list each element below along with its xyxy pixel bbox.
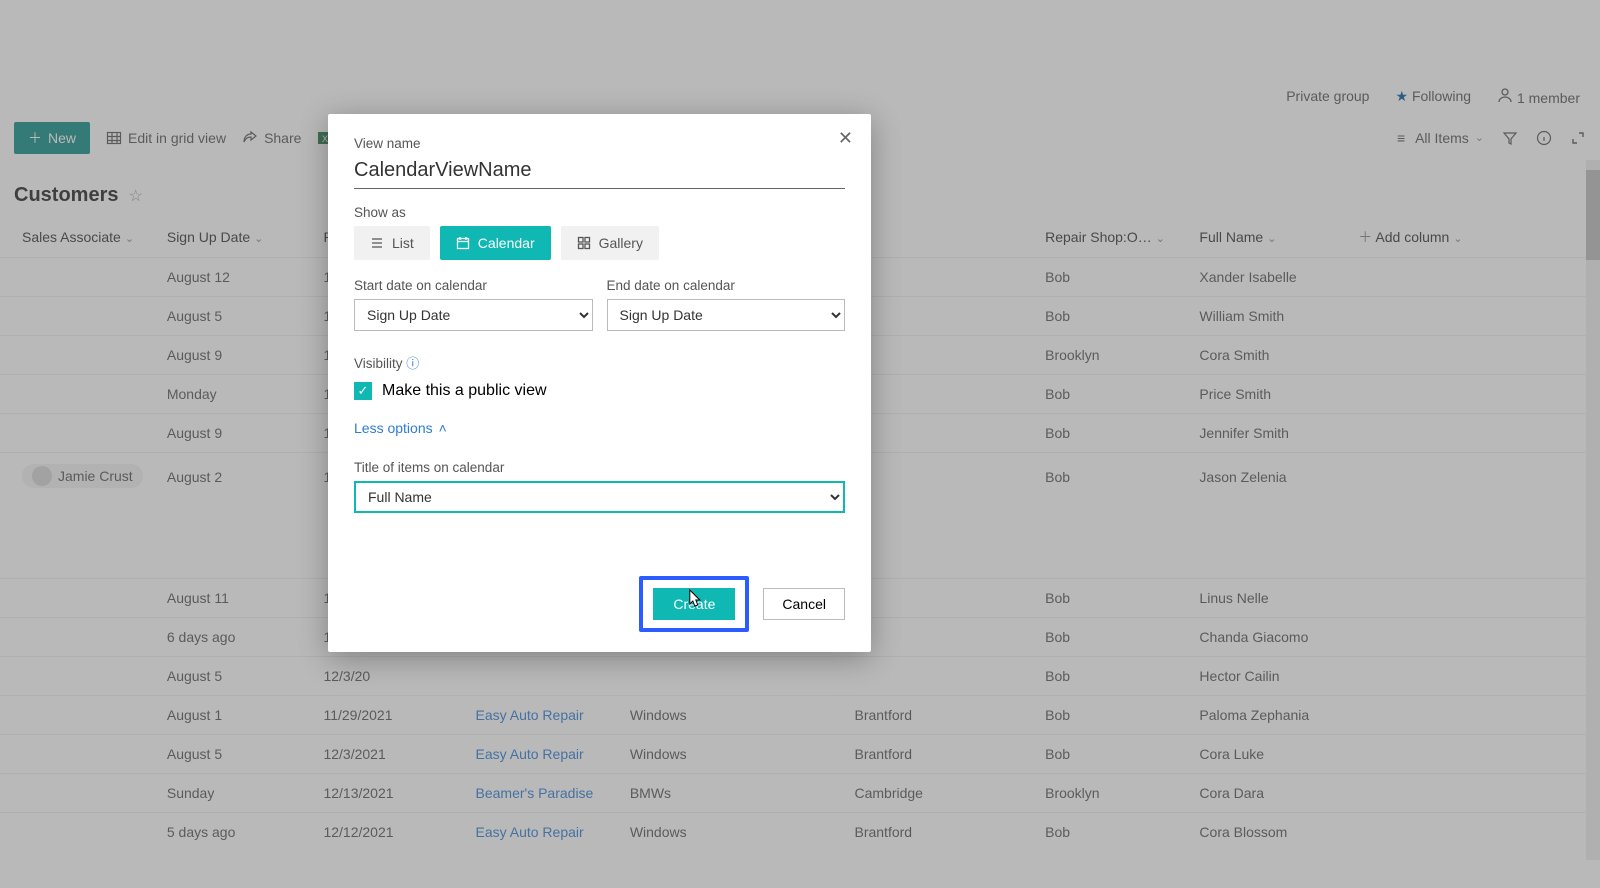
show-as-gallery-button[interactable]: Gallery [561,226,659,260]
list-icon [370,236,384,250]
check-icon: ✓ [358,383,369,399]
visibility-label: Visibility ⓘ [354,353,845,372]
create-view-dialog: ✕ View name Show as List Calendar Galler… [328,114,871,652]
gallery-icon [577,236,591,250]
title-items-label: Title of items on calendar [354,460,845,475]
view-name-label: View name [354,136,845,151]
cancel-button[interactable]: Cancel [763,588,845,620]
show-as-gallery-label: Gallery [599,235,643,251]
show-as-label: Show as [354,205,845,220]
start-date-label: Start date on calendar [354,278,593,293]
show-as-calendar-label: Calendar [478,235,535,251]
show-as-calendar-button[interactable]: Calendar [440,226,551,260]
title-items-select[interactable]: Full Name [354,481,845,513]
info-icon[interactable]: ⓘ [406,356,419,371]
view-name-input[interactable] [354,157,845,189]
close-button[interactable]: ✕ [838,128,853,149]
end-date-label: End date on calendar [607,278,846,293]
end-date-select[interactable]: Sign Up Date [607,299,846,331]
create-button[interactable]: Create [653,588,735,620]
start-date-select[interactable]: Sign Up Date [354,299,593,331]
show-as-list-button[interactable]: List [354,226,430,260]
public-view-checkbox[interactable]: ✓ [354,382,372,400]
chevron-up-icon: ˄ [439,420,447,436]
close-icon: ✕ [838,128,853,148]
show-as-list-label: List [392,235,414,251]
create-button-highlight: Create [639,576,749,632]
cancel-button-label: Cancel [782,596,826,612]
cursor-icon [687,588,705,608]
public-view-label: Make this a public view [382,382,547,400]
less-options-toggle[interactable]: Less options ˄ [354,420,447,436]
calendar-icon [456,236,470,250]
less-options-label: Less options [354,420,433,436]
